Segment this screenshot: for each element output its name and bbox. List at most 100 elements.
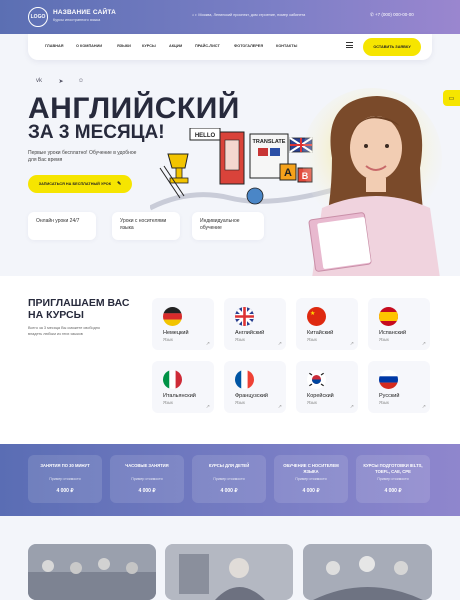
- lang-card-italian[interactable]: Итальянский Язык ↗: [152, 361, 214, 413]
- lang-card-french[interactable]: Французский Язык ↗: [224, 361, 286, 413]
- nav-home[interactable]: ГЛАВНАЯ: [45, 44, 63, 48]
- price-title: КУРСЫ ДЛЯ ДЕТЕЙ: [208, 463, 250, 468]
- phone-number[interactable]: +7 (000) 000-00-00: [375, 12, 414, 17]
- feature-online: Онлайн уроки 24/7: [28, 212, 96, 240]
- russia-flag-icon: [379, 370, 398, 389]
- korea-flag-icon: [307, 370, 326, 389]
- lang-label: Язык: [379, 400, 389, 405]
- nav-contacts[interactable]: КОНТАКТЫ: [276, 44, 297, 48]
- menu-icon[interactable]: [346, 42, 353, 48]
- lang-name: Китайский: [307, 330, 334, 336]
- hero-subtitle: ЗА 3 МЕСЯЦА!: [28, 122, 165, 143]
- arrow-icon: ↗: [277, 404, 282, 410]
- price-title: КУРСЫ ПОДГОТОВКИ IELTS, TOEFL, CAE, CPE: [363, 463, 423, 474]
- address-text: г. Москва, Ленинский проспект, дом строе…: [195, 13, 306, 17]
- courses-subtitle: Всего за 3 месяца Вы сможете свободно вл…: [28, 326, 100, 336]
- lang-label: Язык: [379, 337, 389, 342]
- phone[interactable]: ✆ +7 (000) 000-00-00: [370, 12, 414, 18]
- arrow-icon: ↗: [349, 341, 354, 347]
- site-subtitle: Курсы иностранного языка: [53, 18, 101, 22]
- pencil-icon: ✎: [117, 181, 122, 187]
- lang-name: Французский: [235, 393, 268, 399]
- nav-price-list[interactable]: ПРАЙС-ЛИСТ: [195, 44, 220, 48]
- hero-title: АНГЛИЙСКИЙ: [28, 92, 240, 125]
- price-note: Пример стоимости: [377, 477, 409, 481]
- price-card-exams[interactable]: КУРСЫ ПОДГОТОВКИ IELTS, TOEFL, CAE, CPE …: [356, 455, 430, 503]
- side-chat-tab[interactable]: ▭: [443, 90, 460, 106]
- price-note: Пример стоимости: [213, 477, 245, 481]
- price-value: 4 000 ₽: [56, 488, 74, 494]
- free-lesson-label: ЗАПИСАТЬСЯ НА БЕСПЛАТНЫЙ УРОК: [38, 182, 112, 186]
- telegram-icon[interactable]: ➤: [54, 78, 68, 90]
- china-flag-icon: ★: [307, 307, 326, 326]
- germany-flag-icon: [163, 307, 182, 326]
- nav-courses[interactable]: КУРСЫ: [142, 44, 156, 48]
- nav-about[interactable]: О КОМПАНИИ: [76, 44, 102, 48]
- lang-card-chinese[interactable]: ★ Китайский Язык ↗: [296, 298, 358, 350]
- arrow-icon: ↗: [349, 404, 354, 410]
- hero-photo: [302, 88, 442, 278]
- location-icon: ⌂: [192, 13, 195, 17]
- price-card-30min[interactable]: ЗАНЯТИЯ ПО 30 МИНУТ Пример стоимости 4 0…: [28, 455, 102, 503]
- vk-icon[interactable]: vk: [32, 78, 46, 90]
- free-lesson-button[interactable]: ЗАПИСАТЬСЯ НА БЕСПЛАТНЫЙ УРОК ✎: [28, 175, 132, 193]
- lang-name: Русский: [379, 393, 400, 399]
- lang-card-russian[interactable]: Русский Язык ↗: [368, 361, 430, 413]
- trophy-icon: [167, 153, 189, 169]
- lang-card-german[interactable]: Немецкий Язык ↗: [152, 298, 214, 350]
- price-title: ЗАНЯТИЯ ПО 30 МИНУТ: [40, 463, 90, 468]
- price-title: ОБУЧЕНИЕ С НОСИТЕЛЕМ ЯЗЫКА: [283, 463, 339, 474]
- price-card-native[interactable]: ОБУЧЕНИЕ С НОСИТЕЛЕМ ЯЗЫКА Пример стоимо…: [274, 455, 348, 503]
- lang-label: Язык: [235, 400, 245, 405]
- arrow-icon: ↗: [205, 341, 210, 347]
- lang-label: Язык: [307, 400, 317, 405]
- courses-title: ПРИГЛАШАЕМ ВАС НА КУРСЫ: [28, 297, 130, 321]
- price-value: 4 000 ₽: [302, 488, 320, 494]
- price-value: 4 000 ₽: [384, 488, 402, 494]
- address: ⌂ г. Москва, Ленинский проспект, дом стр…: [192, 13, 305, 17]
- site-logo[interactable]: LOGO: [28, 7, 48, 27]
- hello-text: HELLO: [195, 133, 216, 139]
- lang-card-spanish[interactable]: Испанский Язык ↗: [368, 298, 430, 350]
- price-card-kids[interactable]: КУРСЫ ДЛЯ ДЕТЕЙ Пример стоимости 4 000 ₽: [192, 455, 266, 503]
- lang-name: Итальянский: [163, 393, 196, 399]
- arrow-icon: ↗: [205, 404, 210, 410]
- lang-name: Испанский: [379, 330, 407, 336]
- request-button[interactable]: ОСТАВИТЬ ЗАЯВКУ: [363, 38, 421, 56]
- italy-flag-icon: [163, 370, 182, 389]
- svg-text:★: ★: [310, 310, 315, 317]
- price-title: ЧАСОВЫЕ ЗАНЯТИЯ: [125, 463, 169, 468]
- arrow-icon: ↗: [421, 341, 426, 347]
- site-name: НАЗВАНИЕ САЙТА: [53, 9, 116, 16]
- lang-card-korean[interactable]: Корейский Язык ↗: [296, 361, 358, 413]
- chat-icon: ▭: [448, 95, 455, 102]
- price-card-hourly[interactable]: ЧАСОВЫЕ ЗАНЯТИЯ Пример стоимости 4 000 ₽: [110, 455, 184, 503]
- lang-label: Язык: [235, 337, 245, 342]
- price-value: 4 000 ₽: [220, 488, 238, 494]
- lang-card-english[interactable]: Английский Язык ↗: [224, 298, 286, 350]
- uk-flag-icon: [235, 307, 254, 326]
- nav-languages[interactable]: ЯЗЫКИ: [117, 44, 131, 48]
- svg-text:A: A: [284, 167, 292, 179]
- gallery-photo-classroom[interactable]: [28, 544, 156, 600]
- nav-gallery[interactable]: ФОТОГАЛЕРЕЯ: [234, 44, 263, 48]
- arrow-icon: ↗: [277, 341, 282, 347]
- gallery-photo-study[interactable]: [165, 544, 293, 600]
- spain-flag-icon: [379, 307, 398, 326]
- lang-label: Язык: [163, 400, 173, 405]
- price-note: Пример стоимости: [131, 477, 163, 481]
- ok-icon[interactable]: ☺: [74, 78, 88, 90]
- france-flag-icon: [235, 370, 254, 389]
- translate-text: TRANSLATE: [253, 139, 286, 145]
- lang-name: Корейский: [307, 393, 334, 399]
- arrow-icon: ↗: [421, 404, 426, 410]
- gallery-photo-group[interactable]: [303, 544, 432, 600]
- price-value: 4 000 ₽: [138, 488, 156, 494]
- price-note: Пример стоимости: [295, 477, 327, 481]
- hero-description: Первые уроки бесплатно! Обучение в удобн…: [28, 150, 137, 163]
- globe-icon: [246, 187, 264, 205]
- top-bar: LOGO НАЗВАНИЕ САЙТА Курсы иностранного я…: [0, 0, 460, 34]
- lang-name: Английский: [235, 330, 265, 336]
- lang-label: Язык: [163, 337, 173, 342]
- nav-promotions[interactable]: АКЦИИ: [169, 44, 182, 48]
